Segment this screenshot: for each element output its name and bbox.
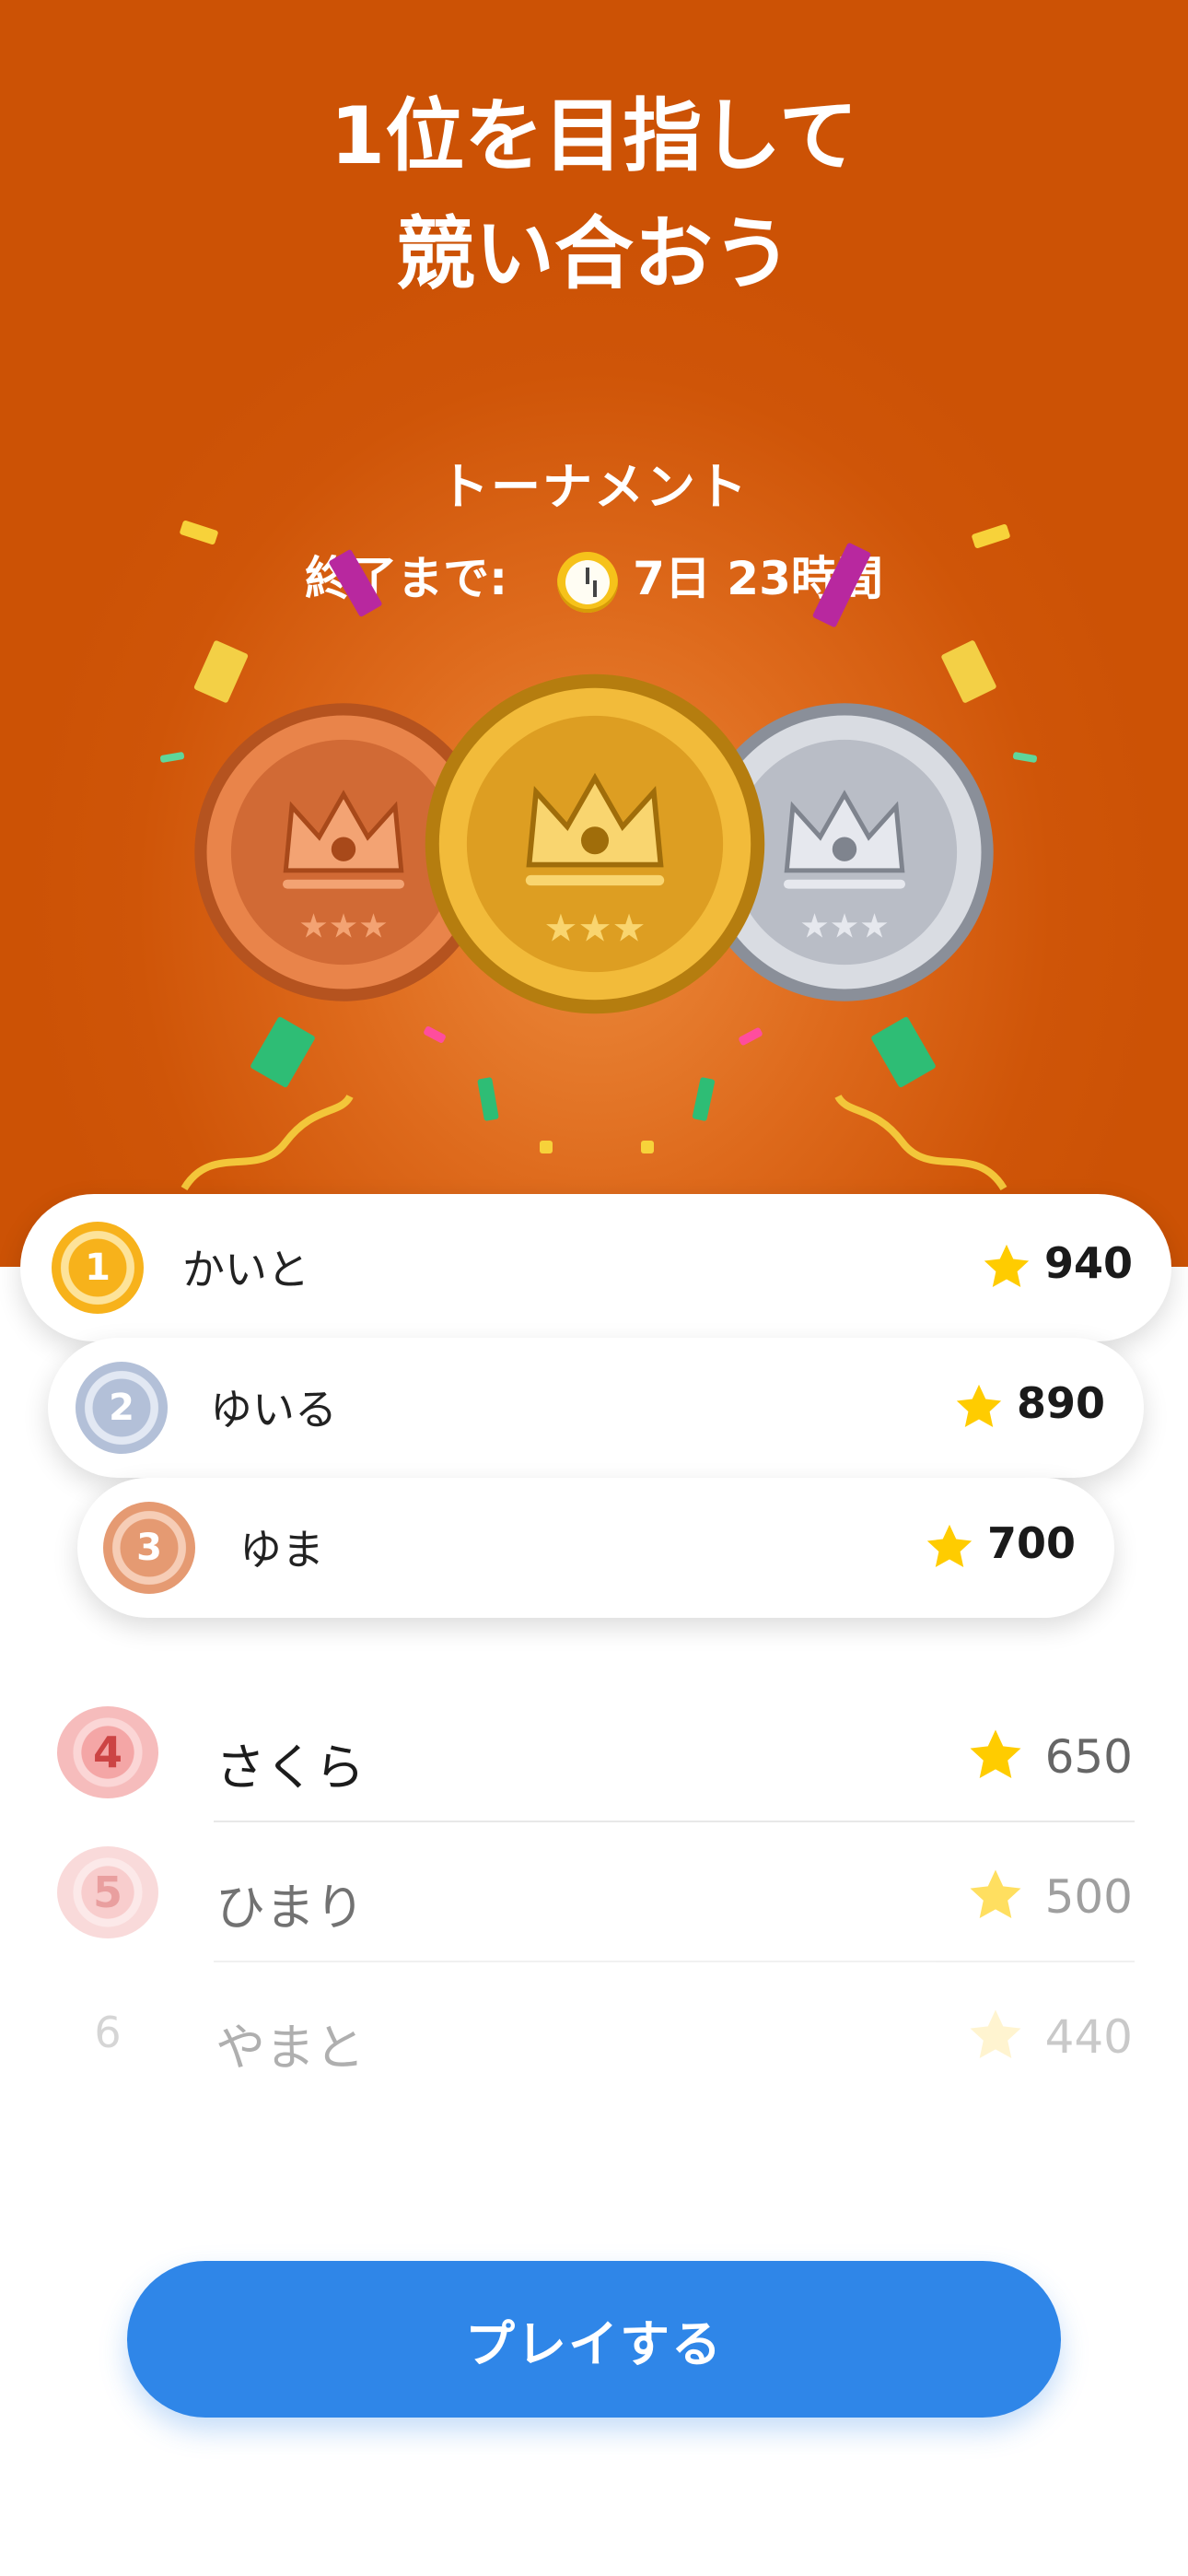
- confetti-piece: [159, 751, 185, 764]
- svg-text:★★★: ★★★: [298, 906, 389, 945]
- star-icon: [970, 2009, 1021, 2059]
- rank-badge: 4: [57, 1706, 158, 1798]
- confetti-piece: [940, 639, 997, 704]
- star-icon: [984, 1244, 1030, 1287]
- confetti-piece: [738, 1026, 763, 1047]
- star-icon: [970, 1729, 1021, 1779]
- tournament-title: トーナメント: [439, 458, 749, 516]
- confetti-piece: [540, 1141, 553, 1153]
- countdown: 終了まで: 7日 23時間: [0, 542, 1188, 613]
- podium-row-1[interactable]: 1 かいと 940: [20, 1194, 1171, 1341]
- podium-row-3[interactable]: 3 ゆま 700: [77, 1478, 1114, 1618]
- player-name: かいと: [182, 1245, 309, 1294]
- rank-badge-silver: 2: [76, 1362, 168, 1454]
- player-score: 700: [986, 1518, 1076, 1568]
- star-icon: [926, 1524, 973, 1567]
- player-score: 500: [1044, 1870, 1133, 1924]
- gold-medal-icon: ★★★: [422, 671, 768, 1017]
- headline-line-1: 1位を目指して: [330, 90, 858, 182]
- rank-badge: 5: [57, 1846, 158, 1938]
- headline: 1位を目指して 競い合おう: [0, 77, 1188, 313]
- rank-number: 6: [94, 2008, 122, 2057]
- list-item[interactable]: 4 さくら 650: [0, 1684, 1188, 1822]
- hero-banner: 1位を目指して 競い合おう トーナメント 終了まで: 7日 23時間 ★★★ ★…: [0, 0, 1188, 1267]
- player-score: 890: [1016, 1378, 1105, 1428]
- list-item[interactable]: 5 ひまり 500: [0, 1824, 1188, 1962]
- headline-line-2: 競い合おう: [396, 208, 792, 300]
- player-score: 440: [1044, 2010, 1133, 2064]
- rank-badge-gold: 1: [52, 1222, 144, 1314]
- player-name: ひまり: [215, 1879, 365, 1937]
- player-name: ゆいる: [210, 1385, 337, 1434]
- confetti-piece: [641, 1141, 654, 1153]
- confetti-piece: [1012, 751, 1038, 764]
- player-name: ゆま: [239, 1525, 324, 1575]
- divider: [214, 1961, 1135, 1962]
- streamer-right-icon: [834, 1094, 1007, 1191]
- clock-icon: [557, 551, 619, 613]
- player-name: やまと: [215, 2019, 365, 2077]
- confetti-piece: [192, 639, 250, 704]
- divider: [214, 1821, 1135, 1822]
- confetti-piece: [870, 1015, 937, 1089]
- confetti-piece: [692, 1076, 716, 1122]
- svg-text:★★★: ★★★: [799, 906, 890, 945]
- confetti-piece: [250, 1015, 316, 1089]
- confetti-piece: [423, 1025, 447, 1045]
- confetti-piece: [477, 1076, 499, 1122]
- play-button[interactable]: プレイする: [127, 2261, 1061, 2418]
- star-icon: [970, 1869, 1021, 1919]
- streamer-left-icon: [181, 1094, 354, 1191]
- player-name: さくら: [215, 1739, 365, 1797]
- star-icon: [956, 1384, 1002, 1427]
- podium-row-2[interactable]: 2 ゆいる 890: [48, 1338, 1144, 1478]
- player-score: 940: [1043, 1238, 1133, 1288]
- player-score: 650: [1044, 1730, 1133, 1784]
- svg-text:★★★: ★★★: [543, 906, 646, 950]
- rank-badge-bronze: 3: [103, 1502, 195, 1594]
- list-item[interactable]: 6 やまと 440: [0, 1964, 1188, 2102]
